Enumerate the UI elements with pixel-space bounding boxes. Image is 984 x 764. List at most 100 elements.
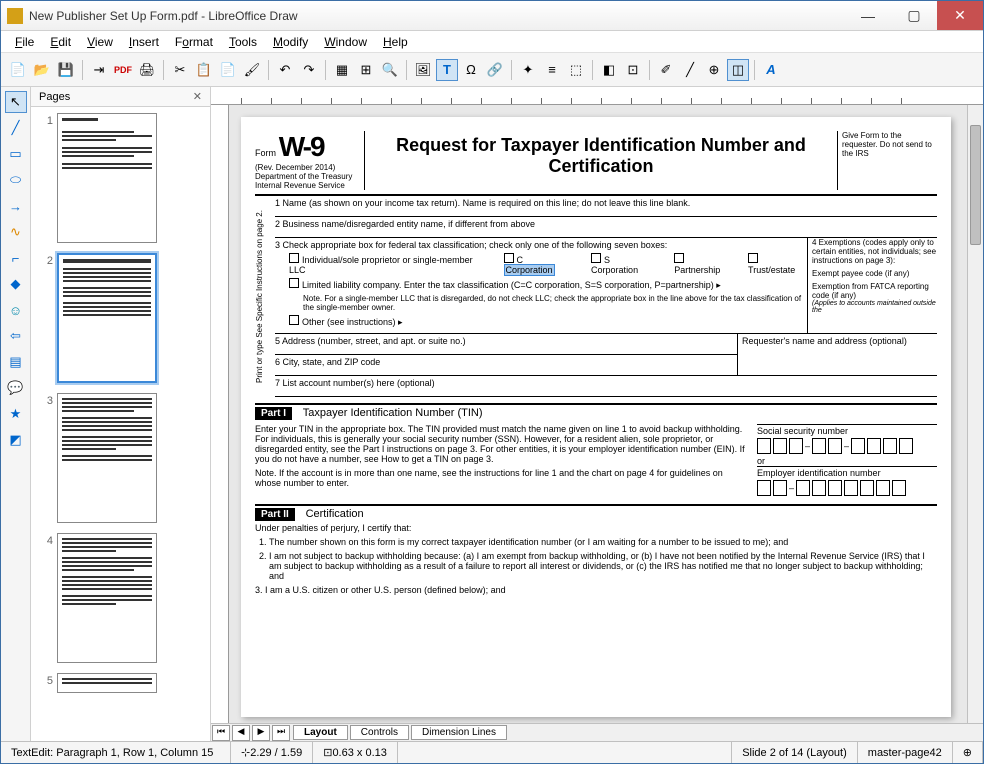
form-dept: Department of the Treasury [255,172,360,181]
ein-input[interactable]: – [757,480,937,496]
menu-file[interactable]: File [9,33,40,51]
checkbox-llc[interactable] [289,278,299,288]
prev-page-icon[interactable]: ◀ [232,725,250,741]
new-icon[interactable]: 📄 [7,59,29,81]
minimize-button[interactable]: — [845,1,891,30]
checkbox-partnership[interactable] [674,253,684,263]
tab-layout[interactable]: Layout [293,725,348,740]
connector-tool-icon[interactable]: ⌐ [5,247,27,269]
checkbox-scorp[interactable] [591,253,601,263]
image-icon[interactable]: 🖼 [412,59,434,81]
maximize-button[interactable]: ▢ [891,1,937,30]
align-icon[interactable]: ≡ [541,59,563,81]
line-icon[interactable]: ╱ [679,59,701,81]
3d-icon[interactable]: ◩ [5,429,27,451]
fontwork-icon[interactable]: ✦ [517,59,539,81]
cert-2: I am not subject to backup withholding b… [269,551,937,581]
print-icon[interactable]: 🖨 [136,59,158,81]
star-icon[interactable]: ★ [5,403,27,425]
status-slide: Slide 2 of 14 (Layout) [732,742,858,763]
canvas-scroll[interactable]: Form W-9 (Rev. December 2014) Department… [229,105,967,723]
pdf-icon[interactable]: PDF [112,59,134,81]
undo-icon[interactable]: ↶ [274,59,296,81]
part1-title: Taxpayer Identification Number (TIN) [303,407,483,419]
page-thumb-2[interactable]: 2 [37,253,204,383]
menu-view[interactable]: View [81,33,119,51]
last-page-icon[interactable]: ⏭ [272,725,290,741]
first-page-icon[interactable]: ⏮ [212,725,230,741]
tab-controls[interactable]: Controls [350,725,409,740]
page-thumb-4[interactable]: 4 [37,533,204,663]
flowchart-icon[interactable]: ▤ [5,351,27,373]
grid-icon[interactable]: ▦ [331,59,353,81]
cut-icon[interactable]: ✂ [169,59,191,81]
menu-help[interactable]: Help [377,33,414,51]
ssn-input[interactable]: – – [757,438,937,454]
cert-1: The number shown on this form is my corr… [269,537,937,547]
tin-text-2: Note. If the account is in more than one… [255,468,749,488]
shadow-icon[interactable]: ◧ [598,59,620,81]
close-panel-icon[interactable]: ✕ [193,90,202,103]
special-char-icon[interactable]: Ω [460,59,482,81]
page-thumb-1[interactable]: 1 [37,113,204,243]
checkbox-individual[interactable] [289,253,299,263]
callout-icon[interactable]: 💬 [5,377,27,399]
next-page-icon[interactable]: ▶ [252,725,270,741]
copy-icon[interactable]: 📋 [193,59,215,81]
document-page[interactable]: Form W-9 (Rev. December 2014) Department… [241,117,951,717]
guides-icon[interactable]: ⊞ [355,59,377,81]
horizontal-ruler [211,87,983,105]
statusbar: TextEdit: Paragraph 1, Row 1, Column 15 … [1,741,983,763]
select-tool-icon[interactable]: ↖ [5,91,27,113]
cert-3: I am a U.S. citizen or other U.S. person… [265,585,506,595]
page-thumb-3[interactable]: 3 [37,393,204,523]
menu-window[interactable]: Window [318,33,373,51]
window-title: New Publisher Set Up Form.pdf - LibreOff… [29,9,845,23]
menubar: File Edit View Insert Format Tools Modif… [1,31,983,53]
textbox-icon[interactable]: T [436,59,458,81]
curve-tool-icon[interactable]: ∿ [5,221,27,243]
line-5: 5 Address (number, street, and apt. or s… [275,334,737,355]
extrusion-icon[interactable]: ◫ [727,59,749,81]
page-thumb-5[interactable]: 5 [37,673,204,693]
ellipse-tool-icon[interactable]: ⬭ [5,169,27,191]
zoom-icon[interactable]: 🔍 [379,59,401,81]
line-6: 6 City, state, and ZIP code [275,355,737,376]
arrow-tool-icon[interactable]: → [5,195,27,217]
redo-icon[interactable]: ↷ [298,59,320,81]
clone-icon[interactable]: 🖌 [241,59,263,81]
line-tool-icon[interactable]: ╱ [5,117,27,139]
print-type-sidebar: Print or type See Specific Instructions … [255,196,275,397]
fontwork-gallery-icon[interactable]: A [760,59,782,81]
basic-shapes-icon[interactable]: ◆ [5,273,27,295]
save-icon[interactable]: 💾 [55,59,77,81]
menu-edit[interactable]: Edit [44,33,77,51]
selected-text[interactable]: Corporation [504,264,555,276]
menu-format[interactable]: Format [169,33,219,51]
open-icon[interactable]: 📂 [31,59,53,81]
symbol-shapes-icon[interactable]: ☺ [5,299,27,321]
menu-tools[interactable]: Tools [223,33,263,51]
rect-tool-icon[interactable]: ▭ [5,143,27,165]
edit-points-icon[interactable]: ✐ [655,59,677,81]
checkbox-trust[interactable] [748,253,758,263]
crop-icon[interactable]: ⊡ [622,59,644,81]
zoom-fit-icon[interactable]: ⊕ [953,742,983,763]
block-arrows-icon[interactable]: ⇦ [5,325,27,347]
tab-dimension[interactable]: Dimension Lines [411,725,507,740]
line-7: 7 List account number(s) here (optional) [275,376,937,397]
pages-list[interactable]: 1 2 [31,107,210,741]
checkbox-other[interactable] [289,315,299,325]
close-button[interactable]: ✕ [937,1,983,30]
standard-toolbar: 📄 📂 💾 ⇥ PDF 🖨 ✂ 📋 📄 🖌 ↶ ↷ ▦ ⊞ 🔍 🖼 T Ω 🔗 … [1,53,983,87]
paste-icon[interactable]: 📄 [217,59,239,81]
arrange-icon[interactable]: ⬚ [565,59,587,81]
export-icon[interactable]: ⇥ [88,59,110,81]
bottom-nav: ⏮ ◀ ▶ ⏭ Layout Controls Dimension Lines [211,723,983,741]
menu-insert[interactable]: Insert [123,33,165,51]
checkbox-ccorp[interactable] [504,253,514,263]
gluepoints-icon[interactable]: ⊕ [703,59,725,81]
hyperlink-icon[interactable]: 🔗 [484,59,506,81]
vertical-scrollbar[interactable] [967,105,983,723]
menu-modify[interactable]: Modify [267,33,314,51]
